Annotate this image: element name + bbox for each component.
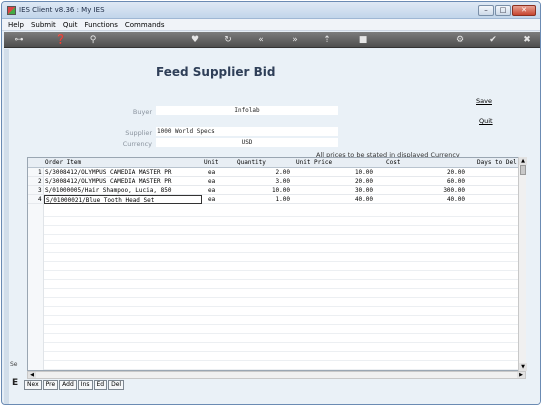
- add-button[interactable]: Add: [59, 380, 77, 390]
- save-link[interactable]: Save: [476, 97, 492, 105]
- col-cost[interactable]: Cost: [386, 158, 400, 168]
- quantity-cell[interactable]: 3.00: [250, 177, 290, 186]
- check-icon[interactable]: ✔: [486, 34, 500, 46]
- horizontal-scrollbar[interactable]: ◀ ▶: [27, 371, 526, 379]
- vertical-scrollbar[interactable]: ▲ ▼: [518, 157, 527, 371]
- next-button[interactable]: Nex: [24, 380, 42, 390]
- row-number: 2: [38, 178, 42, 185]
- buyer-field[interactable]: Infolab: [156, 106, 338, 115]
- buyer-label: Buyer: [132, 108, 152, 116]
- stop-icon[interactable]: ■: [356, 34, 370, 46]
- app-logo-icon: [7, 6, 16, 15]
- upload-icon[interactable]: ⇡: [320, 34, 334, 46]
- cost-cell[interactable]: 60.00: [418, 177, 465, 186]
- table-row[interactable]: 4 S/01000021/Blue Tooth Head Set ea 1.00…: [28, 195, 525, 204]
- order-item-cell[interactable]: S/01000005/Hair Shampoo, Lucia, 850: [45, 186, 171, 195]
- side-label: Se: [10, 361, 18, 368]
- settings-icon[interactable]: ⚙: [453, 34, 467, 46]
- quit-link[interactable]: Quit: [479, 117, 493, 125]
- scroll-left-icon[interactable]: ◀: [28, 372, 36, 378]
- row-number: 3: [38, 187, 42, 194]
- supplier-label: Supplier: [125, 129, 152, 137]
- search-icon[interactable]: ⚲: [86, 34, 100, 46]
- order-grid: Order Item Unit Quantity Unit Price Cost…: [27, 157, 526, 371]
- scroll-up-icon[interactable]: ▲: [519, 157, 527, 165]
- col-quantity[interactable]: Quantity: [237, 158, 266, 168]
- unit-price-cell[interactable]: 10.00: [328, 168, 373, 177]
- unit-cell[interactable]: ea: [208, 186, 215, 195]
- col-order-item[interactable]: Order Item: [45, 158, 81, 168]
- edit-button[interactable]: Ed: [93, 380, 108, 390]
- row-number: 4: [38, 196, 42, 203]
- grid-header: Order Item Unit Quantity Unit Price Cost…: [28, 158, 525, 168]
- menu-commands[interactable]: Commands: [125, 21, 165, 29]
- table-row[interactable]: 1 S/3008412/OLYMPUS CAMEDIA MASTER PR ea…: [28, 168, 525, 177]
- unit-price-cell[interactable]: 40.00: [328, 195, 373, 204]
- previous-button[interactable]: Pre: [42, 380, 59, 390]
- order-item-cell-selected[interactable]: S/01000021/Blue Tooth Head Set: [44, 195, 202, 204]
- heart-icon[interactable]: ♥: [188, 34, 202, 46]
- quantity-cell[interactable]: 2.00: [250, 168, 290, 177]
- row-action-buttons: Nex Pre Add Ins Ed Del: [24, 380, 125, 390]
- table-row[interactable]: 3 S/01000005/Hair Shampoo, Lucia, 850 ea…: [28, 186, 525, 195]
- scroll-down-icon[interactable]: ▼: [519, 363, 527, 371]
- app-window: IES Client v8.36 : My IES – □ ✕ Help Sub…: [1, 1, 541, 405]
- toolbar: ⊶ ❓ ⚲ ♥ ↻ « » ⇡ ■ ⚙ ✔ ✖: [4, 32, 540, 48]
- close-window-button[interactable]: ✕: [512, 5, 536, 16]
- menu-submit[interactable]: Submit: [31, 21, 56, 29]
- unit-cell[interactable]: ea: [208, 177, 215, 186]
- key-icon[interactable]: ⊶: [12, 34, 26, 46]
- empty-rows: [28, 208, 525, 370]
- maximize-button[interactable]: □: [495, 5, 511, 16]
- cost-cell[interactable]: 20.00: [418, 168, 465, 177]
- rewind-icon[interactable]: «: [254, 34, 268, 46]
- col-days-to-del[interactable]: Days to Del: [477, 158, 517, 168]
- scroll-thumb[interactable]: [520, 165, 526, 175]
- currency-label: Currency: [122, 140, 152, 148]
- side-label-bold: E: [12, 378, 19, 388]
- order-item-cell[interactable]: S/3008412/OLYMPUS CAMEDIA MASTER PR: [45, 168, 171, 177]
- info-icon[interactable]: ❓: [54, 34, 68, 46]
- col-unit-price[interactable]: Unit Price: [296, 158, 332, 168]
- col-unit[interactable]: Unit: [204, 158, 218, 168]
- main-content: Feed Supplier Bid Buyer Infolab Supplier…: [4, 49, 540, 404]
- close-icon[interactable]: ✖: [520, 34, 534, 46]
- window-title: IES Client v8.36 : My IES: [19, 6, 105, 14]
- supplier-field[interactable]: 1000 World Specs: [156, 127, 338, 136]
- cost-cell[interactable]: 40.00: [418, 195, 465, 204]
- title-bar: IES Client v8.36 : My IES – □ ✕: [2, 2, 540, 19]
- unit-cell[interactable]: ea: [208, 195, 215, 204]
- scroll-right-icon[interactable]: ▶: [517, 372, 525, 378]
- row-number: 1: [38, 169, 42, 176]
- menu-functions[interactable]: Functions: [84, 21, 117, 29]
- menu-quit[interactable]: Quit: [63, 21, 78, 29]
- menu-help[interactable]: Help: [8, 21, 24, 29]
- unit-price-cell[interactable]: 30.00: [328, 186, 373, 195]
- unit-price-cell[interactable]: 20.00: [328, 177, 373, 186]
- unit-cell[interactable]: ea: [208, 168, 215, 177]
- table-row[interactable]: 2 S/3008412/OLYMPUS CAMEDIA MASTER PR ea…: [28, 177, 525, 186]
- quantity-cell[interactable]: 1.00: [250, 195, 290, 204]
- insert-button[interactable]: Ins: [77, 380, 93, 390]
- order-item-cell[interactable]: S/3008412/OLYMPUS CAMEDIA MASTER PR: [45, 177, 171, 186]
- fast-forward-icon[interactable]: »: [288, 34, 302, 46]
- refresh-icon[interactable]: ↻: [221, 34, 235, 46]
- currency-field[interactable]: USD: [156, 138, 338, 147]
- delete-button[interactable]: Del: [108, 380, 125, 390]
- quantity-cell[interactable]: 10.00: [250, 186, 290, 195]
- left-strip: [4, 49, 9, 404]
- cost-cell[interactable]: 300.00: [418, 186, 465, 195]
- minimize-button[interactable]: –: [478, 5, 494, 16]
- menu-bar: Help Submit Quit Functions Commands: [2, 19, 540, 31]
- page-title: Feed Supplier Bid: [156, 65, 276, 79]
